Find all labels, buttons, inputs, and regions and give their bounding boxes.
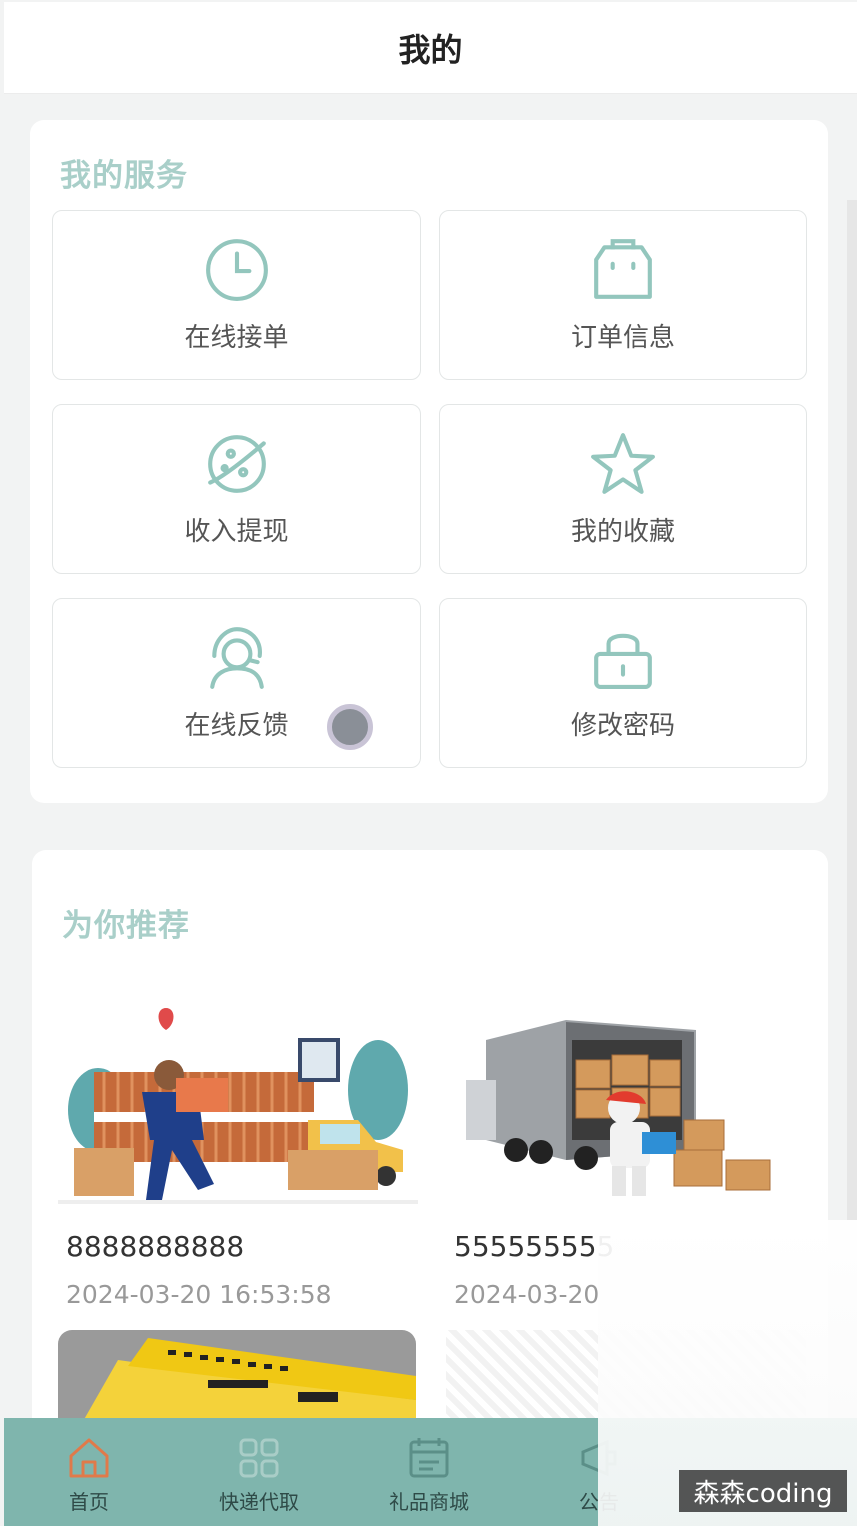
recommend-item-name: 555555555 xyxy=(454,1230,615,1263)
service-online-orders[interactable]: 在线接单 xyxy=(52,210,421,380)
service-order-info[interactable]: 订单信息 xyxy=(439,210,807,380)
tab-label: 快递代取 xyxy=(219,1490,299,1514)
service-income-withdraw[interactable]: 收入提现 xyxy=(52,404,421,574)
recommend-item[interactable]: 8888888888 2024-03-20 16:53:58 xyxy=(58,990,418,1310)
truck-loading-image xyxy=(446,1000,806,1215)
page-title: 我的 xyxy=(398,30,463,69)
tab-label: 首页 xyxy=(69,1490,109,1514)
shopping-bag-icon xyxy=(594,239,652,299)
recommend-item-name: 8888888888 xyxy=(66,1230,245,1263)
recommend-item-time: 2024-03-20 xyxy=(454,1280,600,1309)
recommend-item-time: 2024-03-20 16:53:58 xyxy=(66,1280,332,1309)
service-change-password[interactable]: 修改密码 xyxy=(439,598,807,768)
service-favorites[interactable]: 我的收藏 xyxy=(439,404,807,574)
grid-icon xyxy=(239,1438,279,1478)
service-label: 在线接单 xyxy=(184,323,289,353)
home-icon xyxy=(69,1438,109,1478)
headset-icon xyxy=(209,627,264,689)
service-label: 修改密码 xyxy=(570,711,675,741)
service-label: 在线反馈 xyxy=(184,711,289,741)
floating-touch-dot[interactable] xyxy=(327,704,373,750)
star-icon xyxy=(591,433,655,494)
services-card: 我的服务 在线接单 订单信息 收入提现 我的收藏 在线反馈 修改密码 xyxy=(30,120,828,803)
watermark: 森森coding xyxy=(679,1470,847,1512)
service-label: 收入提现 xyxy=(184,517,289,547)
tab-label: 礼品商城 xyxy=(389,1490,469,1514)
express-label-image[interactable] xyxy=(58,1330,416,1430)
recommend-section-title: 为你推荐 xyxy=(62,908,190,944)
planet-icon xyxy=(207,435,266,493)
scrollbar[interactable] xyxy=(847,200,857,1220)
services-grid: 在线接单 订单信息 收入提现 我的收藏 在线反馈 修改密码 xyxy=(52,210,807,768)
service-label: 订单信息 xyxy=(570,323,675,353)
tab-express-pickup[interactable]: 快递代取 xyxy=(174,1418,344,1526)
tab-gift-mall[interactable]: 礼品商城 xyxy=(344,1418,514,1526)
clock-icon xyxy=(205,239,268,301)
services-section-title: 我的服务 xyxy=(60,158,188,194)
lock-icon xyxy=(594,633,652,689)
service-label: 我的收藏 xyxy=(570,517,675,547)
tab-home[interactable]: 首页 xyxy=(4,1418,174,1526)
delivery-illustration-image xyxy=(58,1000,418,1215)
calendar-icon xyxy=(409,1438,449,1478)
top-bar: 我的 xyxy=(4,2,857,94)
